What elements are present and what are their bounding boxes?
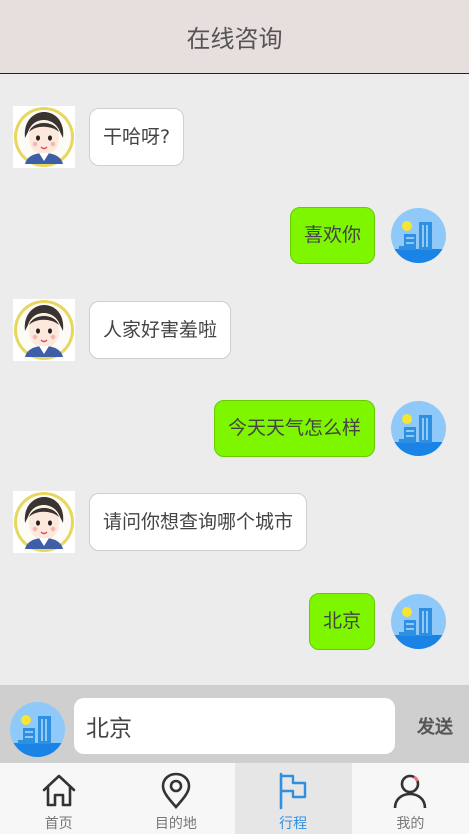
message-bubble: 喜欢你 (289, 207, 375, 264)
tab-profile[interactable]: 我的 (352, 763, 469, 834)
message-input[interactable] (74, 698, 395, 754)
tab-destination[interactable]: 目的地 (117, 763, 234, 834)
message-bubble: 请问你想查询哪个城市 (89, 493, 308, 551)
tab-label: 行程 (279, 816, 308, 832)
message-input-bar: 发送 (0, 685, 469, 763)
user-avatar (10, 702, 65, 757)
page-header: 在线咨询 (0, 0, 469, 74)
message-bubble: 今天天气怎么样 (213, 400, 375, 457)
user-icon (394, 774, 427, 809)
bottom-tab-bar: 首页 目的地 行程 我的 (0, 763, 469, 834)
user-avatar (391, 208, 446, 263)
agent-avatar (13, 299, 75, 361)
tab-label: 我的 (396, 816, 425, 832)
location-pin-icon (161, 772, 191, 809)
chat-message-sent: 今天天气怎么样 (213, 400, 446, 457)
chat-message-received: 人家好害羞啦 (13, 299, 232, 361)
chat-message-received: 干哈呀? (13, 106, 185, 168)
tab-label: 目的地 (154, 816, 197, 832)
flag-icon (279, 772, 307, 810)
chat-message-received: 请问你想查询哪个城市 (13, 491, 308, 553)
page-title: 在线咨询 (186, 25, 283, 53)
chat-message-sent: 喜欢你 (289, 207, 446, 264)
user-avatar (391, 401, 446, 456)
tab-home[interactable]: 首页 (0, 763, 117, 834)
message-bubble: 北京 (308, 593, 375, 650)
chat-message-sent: 北京 (308, 593, 446, 650)
message-bubble: 人家好害羞啦 (89, 301, 232, 359)
user-avatar (391, 594, 446, 649)
agent-avatar (13, 491, 75, 553)
tab-label: 首页 (44, 816, 73, 832)
message-bubble: 干哈呀? (89, 108, 185, 166)
tab-itinerary[interactable]: 行程 (234, 763, 352, 834)
send-button[interactable]: 发送 (407, 698, 463, 754)
agent-avatar (13, 106, 75, 168)
home-icon (42, 774, 75, 807)
